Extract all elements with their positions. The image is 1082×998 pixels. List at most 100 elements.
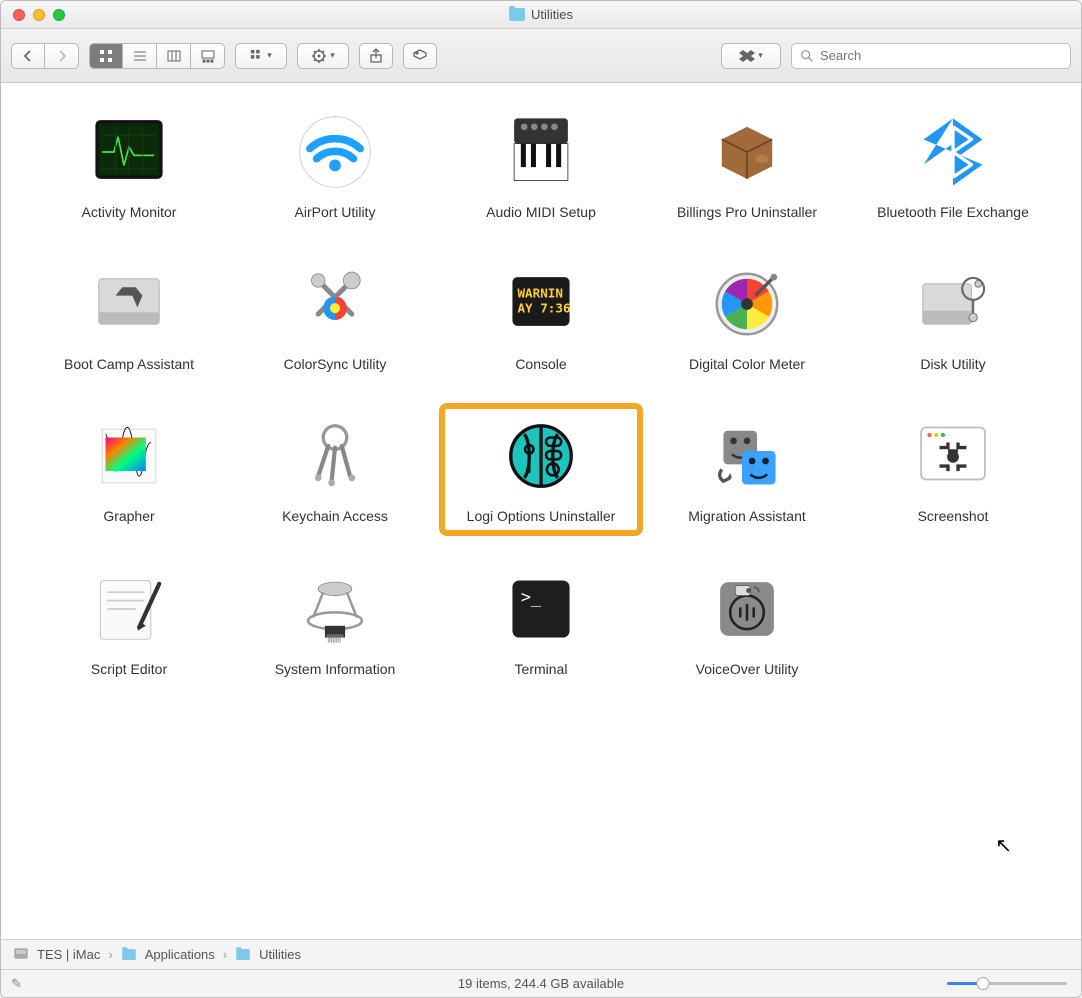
airport-icon <box>292 109 378 195</box>
migration-icon <box>704 413 790 499</box>
status-text: 19 items, 244.4 GB available <box>458 976 624 991</box>
system-info-icon <box>292 566 378 652</box>
app-item-grapher[interactable]: Grapher <box>31 407 227 531</box>
window-title-text: Utilities <box>531 7 573 22</box>
path-bar: TES | iMac › Applications › Utilities <box>1 939 1081 969</box>
disk-icon <box>13 945 29 964</box>
app-item-airport[interactable]: AirPort Utility <box>237 103 433 227</box>
minimize-button[interactable] <box>33 9 45 21</box>
window-title: Utilities <box>509 7 573 22</box>
folder-icon <box>236 949 250 960</box>
logi-icon <box>498 413 584 499</box>
app-label: Migration Assistant <box>688 507 806 525</box>
search-input[interactable] <box>820 48 1062 63</box>
app-item-bootcamp[interactable]: Boot Camp Assistant <box>31 255 227 379</box>
action-button[interactable]: ▾ <box>297 43 349 69</box>
color-meter-icon <box>704 261 790 347</box>
box-icon <box>704 109 790 195</box>
app-item-keychain[interactable]: Keychain Access <box>237 407 433 531</box>
app-label: AirPort Utility <box>295 203 376 221</box>
chevron-icon: › <box>223 947 227 962</box>
app-label: Keychain Access <box>282 507 388 525</box>
app-item-colorsync[interactable]: ColorSync Utility <box>237 255 433 379</box>
icon-size-slider[interactable] <box>947 982 1067 985</box>
app-label: Screenshot <box>918 507 989 525</box>
app-item-system-info[interactable]: System Information <box>237 560 433 684</box>
bootcamp-icon <box>86 261 172 347</box>
zoom-button[interactable] <box>53 9 65 21</box>
app-label: Billings Pro Uninstaller <box>677 203 817 221</box>
gallery-view-button[interactable] <box>191 43 225 69</box>
svg-text:>_: >_ <box>521 586 542 606</box>
titlebar: Utilities <box>1 1 1081 29</box>
app-item-color-meter[interactable]: Digital Color Meter <box>649 255 845 379</box>
app-item-terminal[interactable]: >_ Terminal <box>443 560 639 684</box>
app-label: Digital Color Meter <box>689 355 805 373</box>
app-item-logi[interactable]: Logi Options Uninstaller <box>443 407 639 531</box>
column-view-button[interactable] <box>157 43 191 69</box>
audio-midi-icon <box>498 109 584 195</box>
view-mode <box>89 43 225 69</box>
svg-text:AY 7:36: AY 7:36 <box>517 301 570 316</box>
dropbox-button[interactable]: ▾ <box>721 43 781 69</box>
list-view-button[interactable] <box>123 43 157 69</box>
grapher-icon <box>86 413 172 499</box>
app-label: Script Editor <box>91 660 167 678</box>
app-item-audio-midi[interactable]: Audio MIDI Setup <box>443 103 639 227</box>
screenshot-icon <box>910 413 996 499</box>
activity-monitor-icon <box>86 109 172 195</box>
app-label: Bluetooth File Exchange <box>877 203 1029 221</box>
icon-grid: Activity Monitor AirPort Utility Audio MID… <box>31 103 1051 684</box>
search-field[interactable] <box>791 43 1071 69</box>
close-button[interactable] <box>13 9 25 21</box>
app-item-box[interactable]: Billings Pro Uninstaller <box>649 103 845 227</box>
script-editor-icon <box>86 566 172 652</box>
finder-window: Utilities ▾ ▾ ▾ <box>0 0 1082 998</box>
app-item-script-editor[interactable]: Script Editor <box>31 560 227 684</box>
app-item-bluetooth[interactable]: Bluetooth File Exchange <box>855 103 1051 227</box>
voiceover-icon <box>704 566 790 652</box>
folder-icon <box>122 949 136 960</box>
arrange-button[interactable]: ▾ <box>235 43 287 69</box>
cursor-icon: ↖ <box>995 833 1012 858</box>
share-button[interactable] <box>359 43 393 69</box>
tags-button[interactable] <box>403 43 437 69</box>
forward-button[interactable] <box>45 43 79 69</box>
colorsync-icon <box>292 261 378 347</box>
svg-text:WARNIN: WARNIN <box>517 285 563 300</box>
window-controls <box>1 9 65 21</box>
app-label: VoiceOver Utility <box>696 660 799 678</box>
content-area[interactable]: Activity Monitor AirPort Utility Audio MID… <box>1 83 1081 939</box>
app-item-disk-utility[interactable]: Disk Utility <box>855 255 1051 379</box>
keychain-icon <box>292 413 378 499</box>
console-icon: WARNINAY 7:36 <box>498 261 584 347</box>
app-label: Logi Options Uninstaller <box>467 507 616 525</box>
search-icon <box>800 49 814 63</box>
app-label: Activity Monitor <box>82 203 177 221</box>
back-button[interactable] <box>11 43 45 69</box>
terminal-icon: >_ <box>498 566 584 652</box>
edit-tags-icon[interactable]: ✎ <box>11 976 22 992</box>
app-item-activity-monitor[interactable]: Activity Monitor <box>31 103 227 227</box>
app-label: Grapher <box>103 507 154 525</box>
bluetooth-icon <box>910 109 996 195</box>
folder-icon <box>509 8 525 21</box>
app-item-migration[interactable]: Migration Assistant <box>649 407 845 531</box>
app-label: ColorSync Utility <box>284 355 387 373</box>
app-item-screenshot[interactable]: Screenshot <box>855 407 1051 531</box>
disk-utility-icon <box>910 261 996 347</box>
app-item-voiceover[interactable]: VoiceOver Utility <box>649 560 845 684</box>
path-item[interactable]: TES | iMac <box>37 947 100 962</box>
app-label: System Information <box>275 660 396 678</box>
app-label: Terminal <box>515 660 568 678</box>
chevron-icon: › <box>108 947 112 962</box>
icon-view-button[interactable] <box>89 43 123 69</box>
app-label: Audio MIDI Setup <box>486 203 596 221</box>
path-item[interactable]: Applications <box>145 947 215 962</box>
app-item-console[interactable]: WARNINAY 7:36 Console <box>443 255 639 379</box>
app-label: Boot Camp Assistant <box>64 355 194 373</box>
status-bar: ✎ 19 items, 244.4 GB available <box>1 969 1081 997</box>
path-item[interactable]: Utilities <box>259 947 301 962</box>
nav-buttons <box>11 43 79 69</box>
app-label: Console <box>515 355 566 373</box>
